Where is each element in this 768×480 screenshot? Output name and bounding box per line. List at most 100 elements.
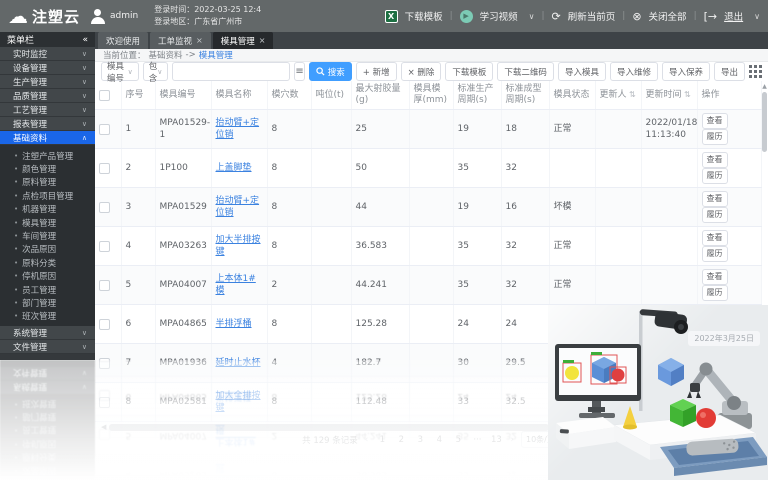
sidebar-group[interactable]: 品质管理 ∨	[0, 89, 95, 103]
field-select[interactable]: 模具编号 ∨	[101, 62, 139, 81]
toolbar-button[interactable]: 导入模具	[558, 62, 606, 81]
sort-icon[interactable]: ⇅	[682, 90, 691, 99]
row-checkbox[interactable]	[99, 202, 110, 213]
column-header[interactable]: 吨位(t)	[311, 81, 351, 110]
toolbar-button[interactable]: × 删除	[401, 62, 442, 81]
toolbar-button[interactable]: 导入保养	[662, 62, 710, 81]
column-settings-button[interactable]	[749, 65, 762, 78]
sidebar-submenu-item[interactable]: • 注塑产品管理	[0, 149, 95, 162]
vertical-scroll-thumb[interactable]	[762, 92, 767, 152]
download-template-link[interactable]: 下载模板	[405, 9, 443, 23]
column-header[interactable]: 模穴数	[267, 81, 311, 110]
sidebar-group[interactable]: 实时监控 ∨	[0, 47, 95, 61]
mold-name-link[interactable]: 半排浮桶	[216, 319, 252, 329]
row-checkbox[interactable]	[99, 163, 110, 174]
sidebar-group[interactable]: 报表管理 ∨	[0, 117, 95, 131]
tab-mold-management[interactable]: 模具管理 ×	[213, 32, 274, 49]
sidebar-group-basic-data[interactable]: 基础资料 ∧	[0, 131, 95, 145]
toolbar-button[interactable]: 导入维修	[610, 62, 658, 81]
view-button[interactable]: 查看	[702, 113, 728, 129]
close-icon[interactable]: ×	[259, 36, 266, 45]
row-checkbox[interactable]	[99, 319, 110, 330]
history-button[interactable]: 履历	[702, 246, 728, 262]
sidebar-group[interactable]: 文件管理 ∨	[0, 340, 95, 354]
operator-select[interactable]: 包含 ∨	[143, 62, 169, 81]
column-header[interactable]: 更新人 ⇅	[595, 81, 641, 110]
sort-icon[interactable]: ⇅	[627, 90, 636, 99]
vertical-scrollbar[interactable]: ▲	[761, 83, 768, 311]
select-all-checkbox[interactable]	[99, 90, 110, 101]
mold-name-link[interactable]: 加大全排按键	[216, 391, 261, 413]
mold-name-link[interactable]: 抬动臂+定位销	[216, 196, 260, 218]
sidebar-submenu-item[interactable]: • 部门管理	[0, 296, 95, 309]
column-header[interactable]: 更新时间 ⇅	[641, 81, 697, 110]
mold-name-link[interactable]: 抬动臂+定位销	[216, 118, 260, 140]
toolbar-button[interactable]: + 新增	[356, 62, 397, 81]
horizontal-scroll-thumb[interactable]	[109, 424, 549, 431]
column-header[interactable]: 模具编号	[155, 81, 211, 110]
column-header[interactable]: 模具模厚(mm)	[409, 81, 453, 110]
column-header[interactable]: 操作	[697, 81, 761, 110]
learn-video-link[interactable]: 学习视频	[480, 9, 518, 23]
history-button[interactable]: 履历	[702, 285, 728, 301]
avatar[interactable]	[90, 8, 106, 24]
mold-name-link[interactable]: 上本体1#模	[216, 274, 256, 296]
sidebar-submenu-item[interactable]: • 原料分类	[0, 256, 95, 269]
column-header[interactable]: 序号	[121, 81, 155, 110]
sidebar-submenu-item[interactable]: • 班次管理	[0, 310, 95, 323]
sidebar-submenu-item[interactable]: • 点检项目管理	[0, 189, 95, 202]
sidebar-group[interactable]: 系统管理 ∨	[0, 326, 95, 340]
sidebar-submenu-item[interactable]: • 停机原因	[0, 270, 95, 283]
row-checkbox[interactable]	[99, 280, 110, 291]
mold-name-link[interactable]: 加大半排按键	[216, 235, 261, 257]
sidebar-submenu-item[interactable]: • 次品原因	[0, 243, 95, 256]
row-checkbox[interactable]	[99, 241, 110, 252]
next-page-icon[interactable]: ›	[508, 435, 516, 445]
column-header[interactable]: 标准成型周期(s)	[501, 81, 549, 110]
column-header[interactable]: 最大射胶量(g)	[351, 81, 409, 110]
toolbar-button[interactable]: 下载二维码	[497, 62, 554, 81]
column-header[interactable]: 模具名称	[211, 81, 267, 110]
page-number[interactable]: 5	[451, 432, 465, 447]
toolbar-button[interactable]: 下载模板	[445, 62, 493, 81]
mold-name-link[interactable]: 上盖脚垫	[216, 163, 252, 173]
collapse-sidebar-icon[interactable]: «	[82, 35, 88, 45]
scroll-left-icon[interactable]: ◀	[101, 423, 106, 431]
close-all-link[interactable]: 关闭全部	[649, 9, 687, 23]
page-number[interactable]: 13	[489, 432, 503, 447]
page-number[interactable]: 3	[413, 432, 427, 447]
search-button[interactable]: 搜索	[309, 62, 352, 81]
mold-name-link[interactable]: 延时止水杯	[216, 358, 261, 368]
scroll-up-icon[interactable]: ▲	[761, 83, 768, 90]
view-button[interactable]: 查看	[702, 191, 728, 207]
page-number[interactable]: 4	[432, 432, 446, 447]
sidebar-group[interactable]: 生产管理 ∨	[0, 75, 95, 89]
logout-link[interactable]: 退出	[724, 9, 743, 23]
tab-welcome[interactable]: 欢迎使用	[98, 32, 148, 49]
sidebar-submenu-item[interactable]: • 原料管理	[0, 176, 95, 189]
column-header[interactable]: 模具状态	[549, 81, 595, 110]
row-checkbox[interactable]	[99, 124, 110, 135]
history-button[interactable]: 履历	[702, 207, 728, 223]
row-checkbox[interactable]	[99, 397, 110, 408]
toolbar-button[interactable]: 导出	[714, 62, 745, 81]
tab-workorder-monitor[interactable]: 工单监视 ×	[150, 32, 211, 49]
page-number[interactable]: 1	[375, 432, 389, 447]
sidebar-group[interactable]: 设备管理 ∨	[0, 61, 95, 75]
page-number[interactable]: 2	[394, 432, 408, 447]
history-button[interactable]: 履历	[702, 129, 728, 145]
sidebar-submenu-item[interactable]: • 机器管理	[0, 203, 95, 216]
sidebar-submenu-item[interactable]: • 模具管理	[0, 216, 95, 229]
page-number[interactable]: ···	[470, 432, 484, 447]
view-button[interactable]: 查看	[702, 269, 728, 285]
search-input[interactable]	[172, 62, 290, 81]
sidebar-submenu-item[interactable]: • 员工管理	[0, 283, 95, 296]
row-checkbox[interactable]	[99, 358, 110, 369]
list-menu-button[interactable]: ≡	[294, 62, 304, 81]
column-header[interactable]: 标准生产周期(s)	[453, 81, 501, 110]
sidebar-group[interactable]: 工艺管理 ∨	[0, 103, 95, 117]
sidebar-submenu-item[interactable]: • 颜色管理	[0, 162, 95, 175]
chevron-down-icon[interactable]: ∨	[754, 12, 760, 21]
sidebar-submenu-item[interactable]: • 车间管理	[0, 229, 95, 242]
history-button[interactable]: 履历	[702, 168, 728, 184]
